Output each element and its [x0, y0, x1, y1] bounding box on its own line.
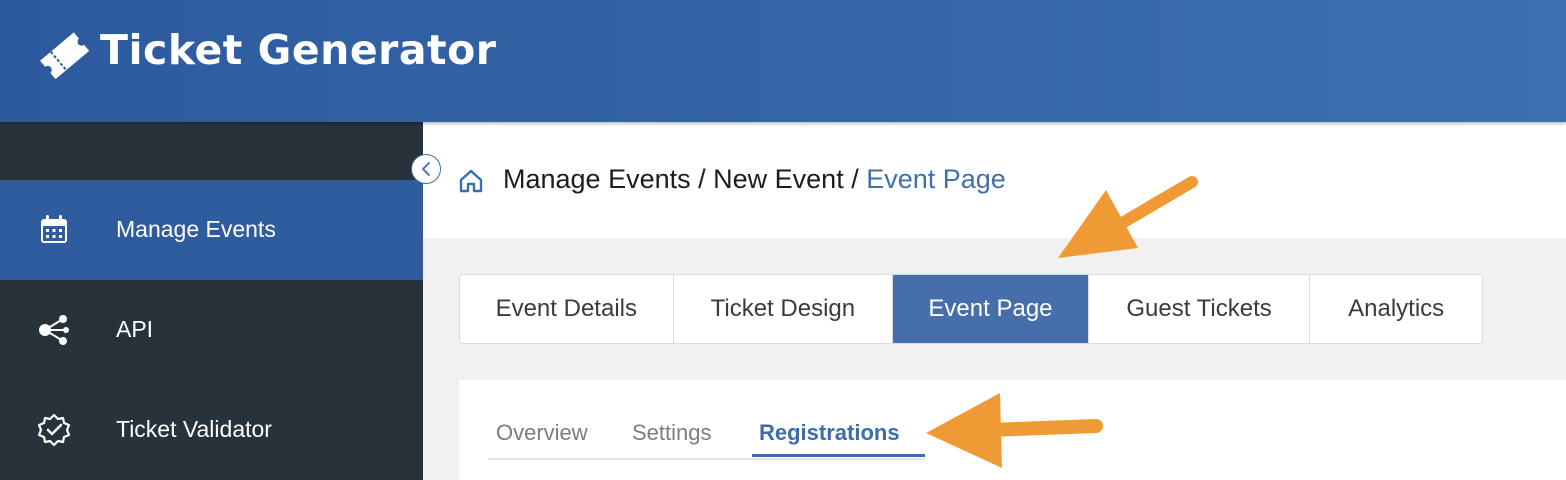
app-title: Ticket Generator [100, 26, 497, 74]
tab-analytics[interactable]: Analytics [1310, 275, 1482, 343]
sidebar-item-label: API [116, 316, 154, 342]
subtab-settings[interactable]: Settings [632, 420, 712, 446]
tab-event-details[interactable]: Event Details [460, 275, 674, 343]
subtab-active-indicator [752, 454, 925, 457]
annotation-arrow-event-page [1058, 176, 1198, 258]
event-page-subtabs: Overview Settings Registrations [488, 414, 925, 460]
calendar-icon [41, 215, 67, 243]
event-tabs: Event Details Ticket Design Event Page G… [459, 274, 1483, 344]
app-header: Ticket Generator [0, 0, 1566, 122]
breadcrumb-item-new-event[interactable]: New Event [713, 164, 844, 194]
breadcrumb: Manage Events / New Event / Event Page [503, 164, 1006, 195]
sidebar-item-label: Ticket Validator [116, 416, 272, 442]
breadcrumb-separator: / [843, 164, 867, 194]
sidebar: Manage Events API Ticket Validator [0, 122, 423, 480]
breadcrumb-item-manage-events[interactable]: Manage Events [503, 164, 691, 194]
sidebar-item-label: Manage Events [116, 216, 276, 242]
share-nodes-icon [39, 315, 69, 345]
sidebar-item-ticket-validator[interactable]: Ticket Validator [0, 380, 423, 480]
subtab-registrations[interactable]: Registrations [759, 420, 900, 446]
chevron-left-icon [422, 162, 430, 176]
tab-guest-tickets[interactable]: Guest Tickets [1089, 275, 1311, 343]
breadcrumb-separator: / [690, 164, 714, 194]
breadcrumb-item-event-page: Event Page [866, 164, 1006, 194]
subtab-overview[interactable]: Overview [496, 420, 588, 446]
tab-event-page[interactable]: Event Page [893, 275, 1089, 343]
annotation-arrow-registrations [926, 393, 1103, 468]
ticket-icon [40, 32, 90, 80]
sidebar-item-api[interactable]: API [0, 280, 423, 380]
badge-check-icon [37, 413, 71, 447]
sidebar-item-manage-events[interactable]: Manage Events [0, 180, 423, 280]
tab-ticket-design[interactable]: Ticket Design [674, 275, 894, 343]
sidebar-collapse-button[interactable] [411, 154, 441, 184]
home-icon[interactable] [458, 168, 484, 194]
